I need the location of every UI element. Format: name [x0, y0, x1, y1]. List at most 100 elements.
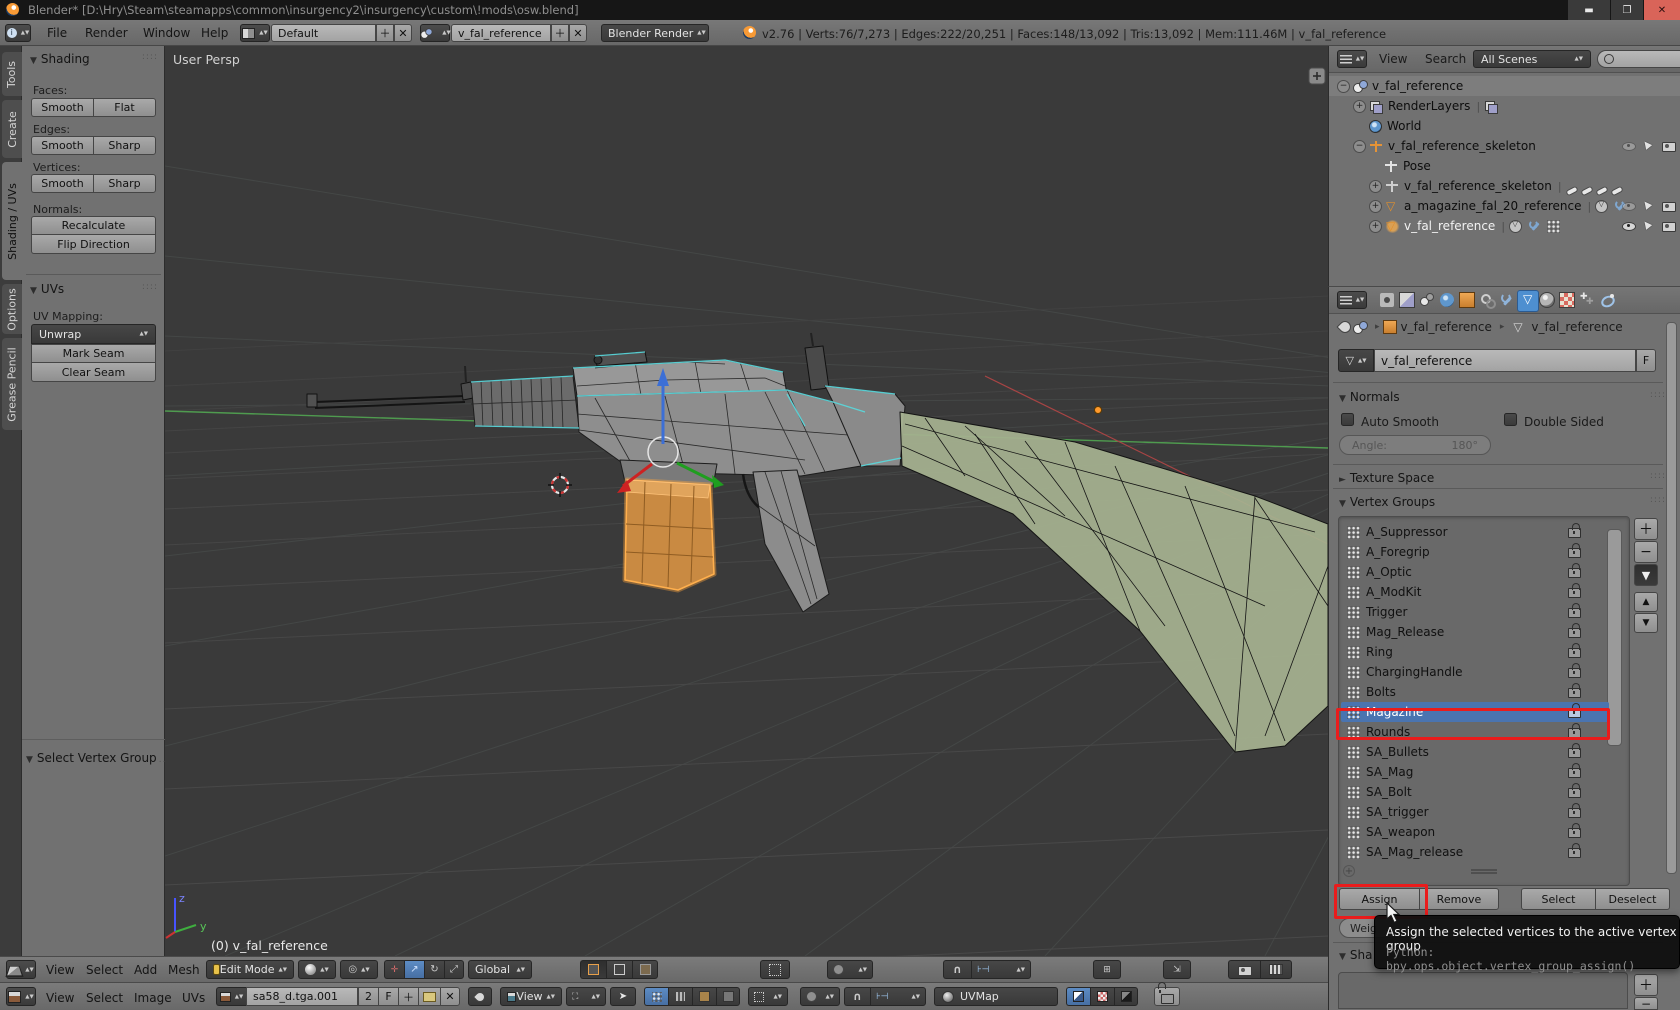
outliner-row[interactable]: + v_fal_reference | — [1329, 216, 1680, 236]
breadcrumb-object[interactable]: v_fal_reference — [1401, 320, 1492, 334]
properties-tab-texture[interactable] — [1557, 290, 1577, 310]
vertex-select-mode-button[interactable] — [580, 960, 606, 979]
add-shape-key-button[interactable]: ＋ — [1634, 974, 1658, 996]
lock-open-icon[interactable] — [1568, 663, 1581, 678]
lock-open-icon[interactable] — [1568, 823, 1581, 838]
add-vertex-group-button[interactable]: ＋ — [1634, 518, 1658, 540]
menu-window[interactable]: Window — [143, 26, 190, 40]
snap-element-dropdown[interactable]: ⊦⊣ ▲▼ — [971, 960, 1031, 979]
mesh-browse-button[interactable]: ▽ ▲▼ — [1338, 349, 1374, 372]
uv-menu-uvs[interactable]: UVs — [182, 991, 205, 1005]
shading-panel-header[interactable]: ▼ Shading — [30, 52, 90, 66]
breadcrumb-data[interactable]: v_fal_reference — [1531, 320, 1622, 334]
uv-proportional-dropdown[interactable]: ▲▼ — [800, 987, 840, 1006]
pivot-point-dropdown[interactable]: ◎ ▲▼ — [340, 960, 378, 979]
panel-grip-icon[interactable]: :::: — [1650, 390, 1666, 400]
manipulate-center-points-button[interactable]: ⇲ — [1163, 960, 1191, 979]
list-resize-grip[interactable] — [1471, 869, 1497, 874]
fake-user-button[interactable]: F — [1636, 349, 1656, 372]
editor-type-info-button[interactable]: i ▲▼ — [5, 24, 31, 42]
lock-open-icon[interactable] — [1568, 563, 1581, 578]
shelf-tab-options[interactable]: Options — [2, 284, 22, 334]
double-sided-checkbox[interactable] — [1504, 413, 1517, 426]
shape-keys-list[interactable] — [1338, 972, 1628, 1009]
minimize-button[interactable]: ▬ — [1568, 0, 1610, 20]
vertex-group-row-bolts[interactable]: Bolts — [1341, 682, 1609, 702]
uv-menu-select[interactable]: Select — [86, 991, 123, 1005]
uv-menu-view[interactable]: View — [46, 991, 74, 1005]
uv-vertex-select-button[interactable] — [644, 987, 668, 1006]
angle-slider[interactable]: Angle: 180° — [1339, 435, 1491, 455]
menu-render[interactable]: Render — [85, 26, 128, 40]
lock-open-icon[interactable] — [1568, 623, 1581, 638]
select-button[interactable]: Select — [1521, 888, 1595, 910]
faces-smooth-button[interactable]: Smooth — [31, 98, 93, 117]
vertex-group-row-sa_trigger[interactable]: SA_trigger — [1341, 802, 1609, 822]
vertex-group-row-rounds[interactable]: Rounds — [1341, 722, 1609, 742]
outliner-row[interactable]: + RenderLayers | — [1329, 96, 1680, 116]
limit-selection-visible-button[interactable] — [760, 960, 790, 979]
shelf-tab-grease-pencil[interactable]: Grease Pencil — [2, 338, 22, 430]
uv-face-select-button[interactable] — [692, 987, 716, 1006]
move-group-down-button[interactable]: ▼ — [1634, 613, 1658, 633]
screen-layout-field[interactable]: Default — [271, 24, 376, 42]
eye-icon[interactable] — [1621, 219, 1636, 232]
outliner-item-label[interactable]: v_fal_reference_skeleton — [1388, 139, 1536, 153]
move-group-up-button[interactable]: ▲ — [1634, 592, 1658, 612]
snap-toggle-button[interactable]: ∩ — [943, 960, 971, 979]
vertex-group-row-a_suppressor[interactable]: A_Suppressor — [1341, 522, 1609, 542]
outliner-item-label[interactable]: v_fal_reference — [1404, 219, 1495, 233]
view3d-menu-mesh[interactable]: Mesh — [168, 963, 200, 977]
outliner-row[interactable]: + v_fal_reference_skeleton | — [1329, 176, 1680, 196]
view3d-menu-add[interactable]: Add — [134, 963, 157, 977]
outliner-item-label[interactable]: World — [1387, 119, 1421, 133]
eye-dim-icon[interactable] — [1621, 199, 1636, 212]
flip-direction-button[interactable]: Flip Direction — [31, 235, 156, 254]
delete-scene-button[interactable]: ✕ — [569, 24, 587, 42]
properties-tab-physics[interactable] — [1597, 290, 1617, 310]
panel-grip-icon[interactable]: :::: — [142, 52, 158, 62]
panel-grip-icon[interactable]: :::: — [142, 282, 158, 292]
scene-field[interactable]: v_fal_reference — [451, 24, 551, 42]
face-select-mode-button[interactable] — [632, 960, 658, 979]
cursor-icon[interactable] — [1641, 199, 1656, 212]
collapse-icon[interactable]: − — [1337, 79, 1350, 93]
outliner-row[interactable]: + a_magazine_fal_20_reference | — [1329, 196, 1680, 216]
faces-flat-button[interactable]: Flat — [93, 98, 156, 117]
lock-open-icon[interactable] — [1568, 763, 1581, 778]
camera-icon[interactable] — [1661, 199, 1676, 212]
orientation-dropdown[interactable]: Global ▲▼ — [468, 960, 532, 979]
eye-dim-icon[interactable] — [1621, 139, 1636, 152]
menu-help[interactable]: Help — [201, 26, 228, 40]
snap-target-button[interactable]: ⊞ — [1093, 960, 1121, 979]
image-fake-user-button[interactable]: F — [378, 987, 398, 1006]
image-name-field[interactable]: sa58_d.tga.001 — [246, 987, 358, 1006]
expand-icon[interactable]: + — [1369, 199, 1382, 213]
lock-open-icon[interactable] — [1568, 843, 1581, 858]
outliner-item-label[interactable]: v_fal_reference_skeleton — [1404, 179, 1552, 193]
view3d-menu-view[interactable]: View — [46, 963, 74, 977]
outliner-menu-search[interactable]: Search — [1425, 52, 1466, 66]
vertex-group-row-a_optic[interactable]: A_Optic — [1341, 562, 1609, 582]
shelf-tab-create[interactable]: Create — [2, 100, 22, 158]
cursor-icon[interactable] — [1641, 219, 1656, 232]
uv-lock-button[interactable] — [1154, 987, 1180, 1006]
properties-tab-scene[interactable] — [1417, 290, 1437, 310]
vertex-group-row-sa_mag[interactable]: SA_Mag — [1341, 762, 1609, 782]
image-pin-button[interactable] — [468, 987, 492, 1006]
unwrap-dropdown[interactable]: Unwrap ▲▼ — [31, 324, 156, 344]
vertex-group-row-sa_bolt[interactable]: SA_Bolt — [1341, 782, 1609, 802]
lock-open-icon[interactable] — [1568, 783, 1581, 798]
view3d-menu-select[interactable]: Select — [86, 963, 123, 977]
proportional-edit-dropdown[interactable]: ▲▼ — [827, 960, 873, 979]
vertex-group-row-sa_bullets[interactable]: SA_Bullets — [1341, 742, 1609, 762]
expand-icon[interactable]: + — [1369, 179, 1382, 193]
camera-icon[interactable] — [1661, 219, 1676, 232]
auto-smooth-checkbox[interactable] — [1341, 413, 1354, 426]
mark-seam-button[interactable]: Mark Seam — [31, 344, 156, 363]
uv-menu-image[interactable]: Image — [134, 991, 172, 1005]
vertices-smooth-button[interactable]: Smooth — [31, 174, 93, 193]
assign-button[interactable]: Assign — [1339, 888, 1419, 910]
mode-dropdown[interactable]: Edit Mode ▲▼ — [206, 960, 294, 979]
opengl-render-button[interactable] — [1228, 960, 1260, 979]
